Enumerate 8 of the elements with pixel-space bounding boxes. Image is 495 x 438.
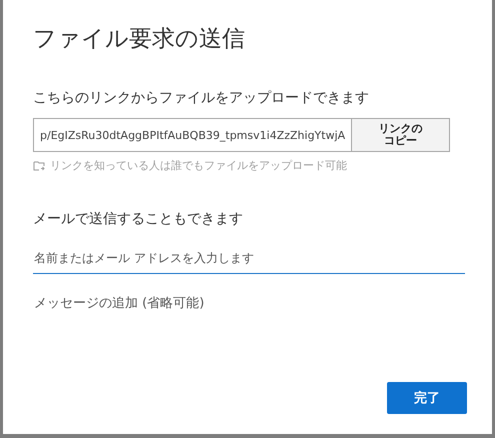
dialog-title: ファイル要求の送信 [33,25,246,54]
folder-link-icon [33,160,46,172]
copy-link-button[interactable]: リンクのコピー [351,118,450,152]
link-field[interactable]: p/EgIZsRu30dtAggBPItfAuBQB39_tpmsv1i4ZzZhigYtwjA [33,118,351,152]
hint-text: リンクを知っている人は誰でもファイルをアップロード可能 [50,158,347,173]
done-button[interactable]: 完了 [387,382,467,414]
section-label: メールで送信することもできます [33,210,244,229]
section-label: こちらのリンクからファイルをアップロードできます [33,89,370,108]
